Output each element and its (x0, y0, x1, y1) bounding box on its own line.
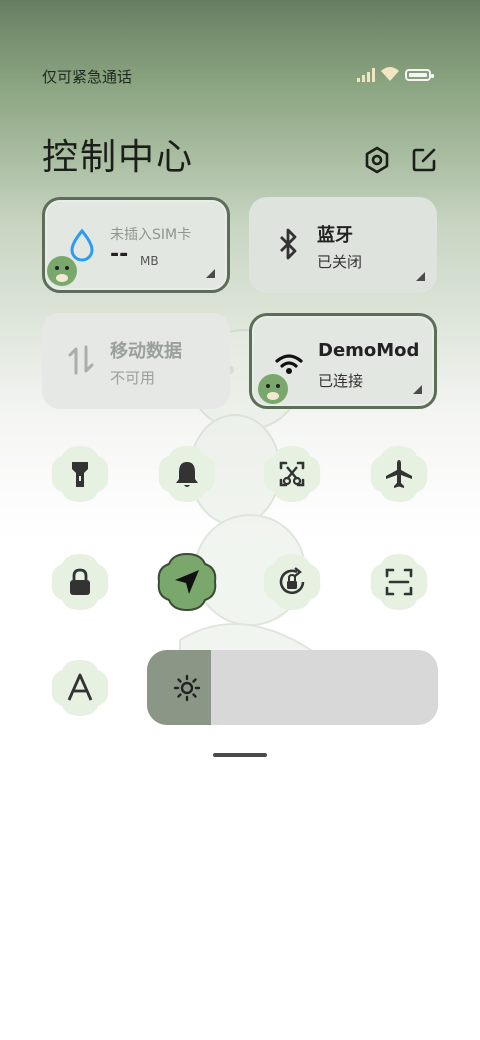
data-usage-title: 未插入SIM卡 (110, 227, 192, 243)
expand-corner-icon (416, 272, 425, 281)
wifi-network-name: DemoMod (318, 340, 420, 361)
ring-mode-toggle[interactable] (155, 442, 219, 506)
data-usage-value: -- (110, 242, 129, 267)
bluetooth-icon (280, 228, 297, 260)
airplane-mode-toggle[interactable] (367, 442, 431, 506)
page-title: 控制中心 (42, 137, 195, 178)
location-icon (175, 570, 199, 594)
font-size-toggle[interactable] (48, 656, 112, 720)
wifi-tile[interactable]: DemoMod 已连接 (249, 313, 437, 409)
font-size-icon (67, 673, 93, 701)
bell-icon (176, 462, 198, 487)
auto-rotate-toggle[interactable] (260, 550, 324, 614)
screenshot-toggle[interactable] (260, 442, 324, 506)
mascot-badge (47, 256, 77, 286)
expand-corner-icon (206, 269, 215, 278)
wifi-icon (381, 67, 399, 81)
wifi-status: 已连接 (318, 372, 364, 390)
mobile-data-status: 不可用 (110, 369, 156, 387)
carrier-status: 仅可紧急通话 (42, 68, 133, 86)
auto-rotate-icon (279, 567, 305, 595)
sun-icon (173, 674, 201, 702)
brightness-slider[interactable] (147, 650, 438, 725)
location-toggle[interactable] (155, 550, 219, 614)
mobile-data-title: 移动数据 (110, 341, 182, 362)
data-usage-unit: MB (140, 254, 159, 268)
bluetooth-title: 蓝牙 (317, 225, 353, 246)
home-indicator[interactable] (213, 753, 267, 757)
settings-icon[interactable] (363, 146, 391, 174)
bluetooth-tile[interactable]: 蓝牙 已关闭 (249, 197, 437, 293)
airplane-icon (386, 460, 412, 488)
flashlight-icon (72, 462, 88, 487)
mobile-data-tile[interactable]: 移动数据 不可用 (42, 313, 230, 409)
battery-icon (405, 69, 434, 81)
lock-icon (70, 568, 90, 595)
mobile-data-icon (68, 345, 94, 375)
expand-corner-icon (413, 385, 422, 394)
scanner-toggle[interactable] (367, 550, 431, 614)
scan-icon (385, 568, 413, 596)
edit-icon[interactable] (410, 146, 438, 174)
bluetooth-status: 已关闭 (317, 253, 363, 271)
lock-screen-toggle[interactable] (48, 550, 112, 614)
screenshot-icon (279, 461, 305, 487)
flashlight-toggle[interactable] (48, 442, 112, 506)
signal-icon (357, 68, 375, 82)
mascot-badge (258, 374, 288, 404)
data-usage-tile[interactable]: 未插入SIM卡 -- MB (42, 197, 230, 293)
